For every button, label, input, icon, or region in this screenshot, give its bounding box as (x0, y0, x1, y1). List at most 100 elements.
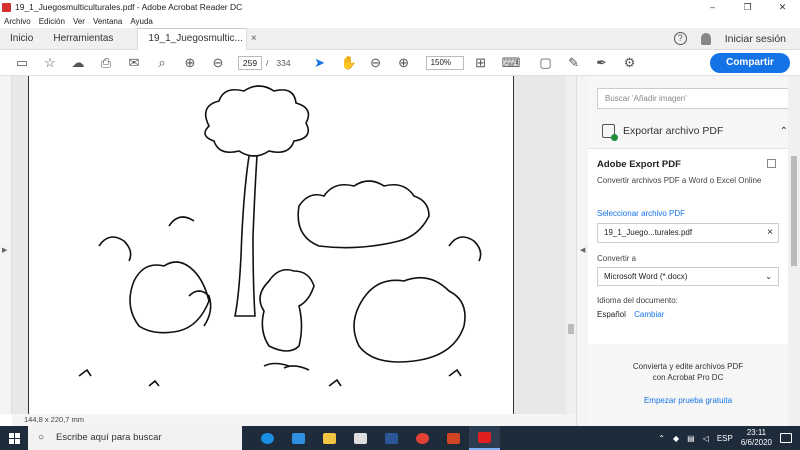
convert-format-value: Microsoft Word (*.docx) (604, 272, 688, 281)
comment-icon[interactable]: ▢ (539, 55, 553, 70)
select-cursor-icon[interactable]: ➤ (313, 55, 327, 70)
windows-logo-icon (8, 432, 20, 444)
change-language-link[interactable]: Cambiar (634, 310, 664, 319)
tab-close-icon[interactable]: × (251, 28, 257, 50)
select-file-link[interactable]: Seleccionar archivo PDF (597, 209, 685, 218)
tab-bar: Inicio Herramientas 19_1_Juegosmultic...… (0, 27, 800, 50)
mail-icon[interactable]: ✉ (127, 55, 141, 70)
file-explorer-icon[interactable] (314, 426, 345, 450)
language-indicator[interactable]: ESP (717, 434, 733, 443)
convert-label: Convertir a (597, 254, 637, 263)
panel-heading: Adobe Export PDF (597, 159, 681, 170)
pinned-apps (252, 426, 500, 450)
expand-left-icon[interactable]: ▶ (2, 246, 7, 254)
page-total: 334 (276, 57, 291, 68)
right-panel-toggle[interactable]: ◀ (576, 76, 588, 426)
chevron-up-tray-icon[interactable]: ⌃ (658, 434, 665, 443)
language-value-row: Español Cambiar (597, 310, 664, 319)
close-button[interactable]: ✕ (765, 0, 800, 14)
bookmark-star-icon[interactable]: ☆ (43, 55, 57, 70)
chrome-icon[interactable] (407, 426, 438, 450)
collapse-right-icon[interactable]: ◀ (580, 246, 585, 254)
tab-document[interactable]: 19_1_Juegosmultic... × (137, 27, 257, 50)
volume-icon[interactable]: ◁ (703, 434, 709, 443)
document-area[interactable] (12, 76, 566, 414)
help-icon[interactable]: ? (673, 32, 687, 45)
language-value: Español (597, 310, 626, 319)
clock-time: 23:11 (746, 428, 767, 437)
clock-date: 6/6/2020 (740, 438, 772, 447)
document-scrollbar[interactable] (566, 76, 576, 414)
notifications-icon[interactable] (780, 433, 792, 443)
bell-icon[interactable] (700, 32, 711, 45)
left-panel-toggle[interactable]: ▶ (0, 76, 12, 414)
taskbar: Escribe aquí para buscar ⌃ ◆ ▤ ◁ ESP 23:… (0, 426, 800, 450)
menu-ver[interactable]: Ver (73, 17, 85, 26)
zoom-out-icon[interactable]: ⊖ (369, 55, 383, 70)
highlight-pen-icon[interactable]: ✎ (567, 55, 581, 70)
word-icon[interactable] (376, 426, 407, 450)
tools-search-input[interactable]: Buscar 'Añadir imagen' (597, 88, 789, 109)
tools-pane-scroll-thumb[interactable] (791, 156, 797, 266)
page-number-input[interactable]: 259 (238, 55, 262, 70)
signin-link[interactable]: Iniciar sesión (725, 33, 786, 45)
page-down-icon[interactable]: ⊖ (211, 55, 225, 70)
menu-ayuda[interactable]: Ayuda (130, 17, 153, 26)
promo-line-2: con Acrobat Pro DC (652, 373, 724, 382)
export-pdf-title: Exportar archivo PDF (623, 125, 724, 137)
minimize-button[interactable]: – (695, 0, 730, 14)
fit-page-icon[interactable]: ⊞ (474, 55, 488, 70)
page-size-status: 144,8 x 220,7 mm (12, 414, 576, 426)
taskbar-search[interactable]: Escribe aquí para buscar (28, 426, 242, 450)
toolbar: ▭ ☆ ☁ ⎙ ✉ ⌕ ⊕ ⊖ 259 / 334 ➤ ✋ ⊖ ⊕ 150% ⊞… (0, 50, 800, 76)
menu-archivo[interactable]: Archivo (4, 17, 31, 26)
window-title: 19_1_Juegosmulticulturales.pdf - Adobe A… (15, 2, 243, 12)
edge-icon[interactable] (252, 426, 283, 450)
page-up-icon[interactable]: ⊕ (183, 55, 197, 70)
free-trial-link[interactable]: Empezar prueba gratuita (588, 396, 788, 405)
selected-file-field[interactable]: 19_1_Juego...turales.pdf × (597, 223, 779, 243)
store-icon[interactable] (345, 426, 376, 450)
save-icon[interactable]: ▭ (15, 55, 29, 70)
pdf-page (28, 76, 514, 414)
acrobat-taskbar-icon[interactable] (469, 426, 500, 450)
copy-icon[interactable] (767, 159, 776, 168)
export-panel: Adobe Export PDF Convertir archivos PDF … (588, 148, 788, 344)
tab-home[interactable]: Inicio (0, 28, 43, 50)
powerpoint-icon[interactable] (438, 426, 469, 450)
more-tools-icon[interactable]: ⚙ (623, 55, 637, 70)
mail-app-icon[interactable] (283, 426, 314, 450)
tab-tools[interactable]: Herramientas (43, 28, 123, 50)
acrobat-icon (2, 2, 11, 12)
tab-document-label: 19_1_Juegosmultic... (148, 33, 243, 44)
hand-tool-icon[interactable]: ✋ (341, 55, 357, 70)
page-separator: / (266, 57, 269, 68)
convert-format-select[interactable]: Microsoft Word (*.docx) ⌄ (597, 267, 779, 286)
selected-file-name: 19_1_Juego...turales.pdf (604, 228, 693, 237)
promo-text: Convierta y edite archivos PDF con Acrob… (588, 361, 788, 383)
upload-cloud-icon[interactable]: ☁ (71, 55, 85, 70)
menu-edicion[interactable]: Edición (39, 17, 65, 26)
keyboard-icon[interactable]: ⌨ (502, 55, 521, 70)
zoom-select[interactable]: 150% (425, 55, 464, 70)
sign-icon[interactable]: ✒ (595, 55, 609, 70)
scrollbar-thumb[interactable] (568, 324, 574, 334)
menu-ventana[interactable]: Ventana (93, 17, 122, 26)
chevron-up-icon[interactable]: ⌃ (780, 126, 788, 137)
export-pdf-header[interactable]: Exportar archivo PDF ⌃ (588, 116, 788, 146)
illustration-image (78, 85, 482, 387)
clear-file-icon[interactable]: × (767, 224, 773, 242)
search-icon[interactable]: ⌕ (155, 55, 169, 70)
tools-pane-scrollbar[interactable] (788, 76, 800, 426)
zoom-in-icon[interactable]: ⊕ (397, 55, 411, 70)
network-icon[interactable]: ▤ (687, 434, 695, 443)
print-icon[interactable]: ⎙ (99, 55, 113, 70)
restore-button[interactable]: ❐ (730, 0, 765, 14)
share-button[interactable]: Compartir (710, 53, 790, 73)
start-button[interactable] (0, 426, 28, 450)
promo-line-1: Convierta y edite archivos PDF (632, 362, 744, 371)
clock[interactable]: 23:11 6/6/2020 (741, 428, 772, 448)
panel-subtitle: Convertir archivos PDF a Word o Excel On… (597, 176, 762, 185)
title-bar: 19_1_Juegosmulticulturales.pdf - Adobe A… (0, 0, 800, 14)
dropbox-icon[interactable]: ◆ (673, 434, 679, 443)
